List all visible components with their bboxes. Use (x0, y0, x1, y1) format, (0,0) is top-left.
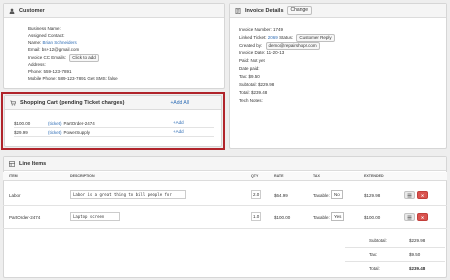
mobile-row: Mobile Phone: 589-123-7891 Get SMS: fals… (28, 76, 118, 82)
close-icon: ✕ (420, 192, 425, 198)
line-item-qty-input[interactable]: 1.0 (251, 212, 261, 221)
row-divider (3, 228, 447, 229)
header-description: DESCRIPTION (70, 174, 95, 178)
change-button[interactable]: Change (286, 6, 313, 15)
close-icon: ✕ (420, 214, 425, 220)
cart-item-add-link[interactable]: +Add (173, 120, 184, 125)
list-icon (407, 193, 412, 197)
document-icon (235, 7, 241, 14)
date-paid: Date paid: (239, 66, 260, 71)
line-items-title: Line Items (19, 160, 47, 167)
cart-item-price: $29.99 (14, 129, 28, 135)
cart-item-ticket-link[interactable]: (ticket) (48, 130, 62, 135)
totals-total-label: Total: (369, 266, 380, 271)
line-item-qty-input[interactable]: 2.0 (251, 190, 261, 199)
totals-tax: $9.50 (409, 252, 421, 257)
click-to-add-button[interactable]: Click to add (69, 54, 99, 62)
header-item: ITEM (9, 174, 18, 178)
delete-line-item-button[interactable]: ✕ (417, 213, 428, 221)
delete-line-item-button[interactable]: ✕ (417, 191, 428, 199)
linked-ticket-link[interactable]: 2069 (268, 35, 278, 40)
customer-panel-header: Customer (4, 4, 224, 18)
invoice-details-title: Invoice Details (245, 7, 284, 14)
header-rate: RATE (274, 174, 284, 178)
cart-divider (14, 127, 214, 128)
edit-line-item-button[interactable] (404, 191, 415, 199)
customer-email-row: Email: bs+12@gmail.com (28, 47, 79, 53)
linked-ticket-row: Linked Ticket: 2069 Status: Customer Rep… (239, 34, 335, 42)
totals-subtotal-label: Subtotal: (369, 238, 387, 243)
cart-item-add-link[interactable]: +Add (173, 129, 184, 134)
address-label: Address: (28, 62, 46, 67)
invoice-total: Total: $239.48 (239, 90, 268, 95)
email-value: bs+12@gmail.com (41, 47, 80, 52)
customer-title: Customer (19, 7, 45, 14)
cart-item-add-label: Add (175, 129, 184, 134)
customer-name-link[interactable]: Brian Schneiders (43, 40, 77, 45)
cart-item-ticket-link[interactable]: (ticket) (48, 121, 62, 126)
header-tax: TAX (313, 174, 320, 178)
line-items-header: Line Items (4, 157, 446, 171)
business-name-label: Business Name: (28, 26, 61, 31)
phone-label: Phone: (28, 69, 43, 74)
created-by-row: Created by: demo@repairshopr.com (239, 42, 320, 50)
phone-value: 559-123-7891 (43, 69, 72, 74)
line-item-description-input[interactable]: Labor is a great thing to bill people fo… (70, 190, 186, 199)
created-by-select[interactable]: demo@repairshopr.com (265, 42, 320, 50)
totals-divider (345, 261, 445, 262)
cart-item-add-label: Add (175, 120, 184, 125)
line-item-taxable-select[interactable]: Yes (331, 212, 345, 221)
line-item-description-input[interactable]: Laptop screen (70, 212, 120, 221)
invoice-tax: Tax: $9.50 (239, 74, 260, 79)
user-icon (9, 8, 15, 14)
totals-total: $239.48 (409, 266, 426, 271)
invoice-cc-label: Invoice CC Emails: (28, 55, 67, 60)
list-icon (9, 160, 15, 167)
invoice-subtotal: Subtotal: $229.98 (239, 82, 275, 87)
line-item-taxable-select[interactable]: No (331, 190, 343, 199)
list-icon (407, 215, 412, 219)
email-label: Email: (28, 47, 41, 52)
totals-subtotal: $229.98 (409, 238, 426, 243)
name-label: Name: (28, 40, 42, 45)
invoice-number: Invoice Number: 1749 (239, 27, 284, 32)
mobile-value: 589-123-7891 Get SMS: false (58, 76, 118, 81)
created-by-label: Created by: (239, 43, 263, 48)
mobile-label: Mobile Phone: (28, 76, 57, 81)
line-item-taxable-label: Taxable: (313, 215, 330, 220)
customer-name-row: Name: Brian Schneiders (28, 40, 77, 46)
edit-line-item-button[interactable] (404, 213, 415, 221)
linked-ticket-label: Linked Ticket: (239, 35, 267, 40)
cart-item-name: PartOrder-2474 (63, 120, 95, 126)
status-select[interactable]: Customer Reply (296, 34, 335, 42)
invoice-date: Invoice Date: 11-20-13 (239, 50, 285, 55)
tech-notes: Tech Notes: (239, 98, 263, 103)
line-item-extended: $100.00 (364, 215, 381, 220)
totals-divider (345, 247, 445, 248)
line-item-taxable-label: Taxable: (313, 193, 330, 198)
cart-item-price: $100.00 (14, 120, 31, 126)
line-item-name: PartOrder-2474 (9, 215, 41, 220)
header-extended: EXTENDED (364, 174, 384, 178)
row-divider (3, 205, 447, 206)
invoice-cc-row: Invoice CC Emails: Click to add (28, 54, 99, 62)
paid-status: Paid: Not yet (239, 58, 265, 63)
invoice-details-header: Invoice Details Change (230, 4, 446, 18)
header-qty: QTY (251, 174, 259, 178)
cart-item-name: PowerSupply (63, 129, 91, 135)
invoice-details-panel: Invoice Details Change (229, 3, 447, 149)
cart-divider (14, 136, 214, 137)
cart-item: $100.00 (ticket) PartOrder-2474 (14, 120, 95, 126)
status-label: Status: (279, 35, 294, 40)
line-item-rate: $100.00 (274, 215, 291, 220)
phone-row: Phone: 559-123-7891 (28, 69, 72, 75)
totals-tax-label: Tax: (369, 252, 378, 257)
line-item-name: Labor (9, 193, 21, 198)
cart-item: $29.99 (ticket) PowerSupply (14, 129, 90, 135)
assigned-contact-label: Assigned Contact: (28, 33, 65, 38)
line-item-rate: $64.99 (274, 193, 288, 198)
line-item-extended: $129.98 (364, 193, 381, 198)
